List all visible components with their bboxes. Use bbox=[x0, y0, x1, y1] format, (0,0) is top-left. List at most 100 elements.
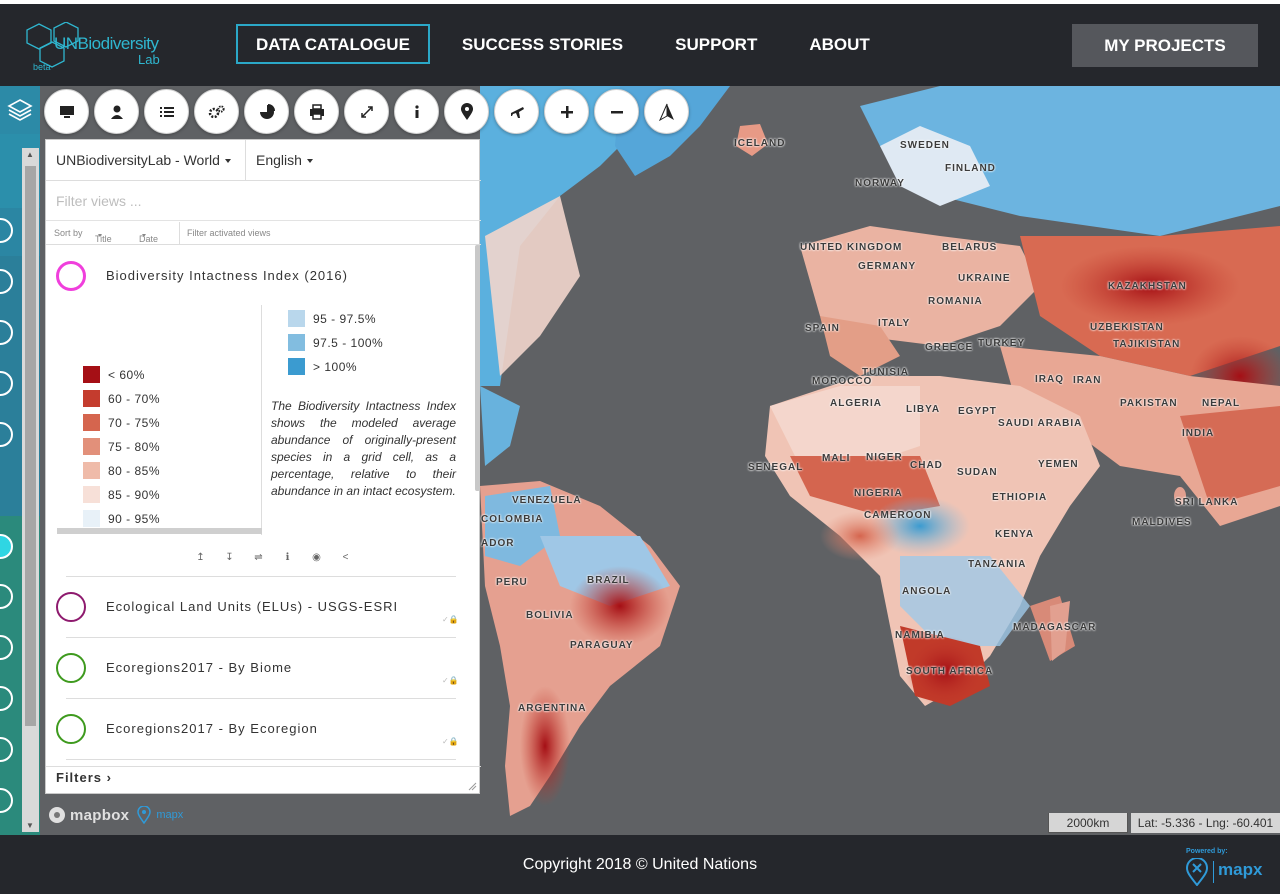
zoom-out-button[interactable] bbox=[594, 89, 639, 134]
move-up-icon[interactable]: ↥ bbox=[186, 552, 215, 563]
map-label: UKRAINE bbox=[958, 273, 1011, 284]
sidebar-scrollbar[interactable]: ▲ ▼ bbox=[22, 148, 39, 832]
language-dropdown[interactable]: English bbox=[256, 152, 313, 168]
fullscreen-button[interactable] bbox=[344, 89, 389, 134]
reset-north-button[interactable] bbox=[644, 89, 689, 134]
map-label: FINLAND bbox=[945, 163, 996, 174]
chart-button[interactable] bbox=[244, 89, 289, 134]
layer-title[interactable]: Ecological Land Units (ELUs) - USGS-ESRI bbox=[106, 599, 398, 614]
map-label: CAMEROON bbox=[864, 510, 932, 521]
layer-toggle-active[interactable] bbox=[56, 261, 86, 291]
cogs-icon bbox=[208, 104, 225, 118]
panel-scrollbar[interactable] bbox=[475, 245, 480, 491]
map-label: CHAD bbox=[910, 460, 943, 471]
scrollbar-thumb[interactable] bbox=[25, 166, 36, 726]
map-label: KAZAKHSTAN bbox=[1108, 281, 1187, 292]
mapbox-logo-icon[interactable] bbox=[48, 806, 66, 824]
legend-item: 75 - 80% bbox=[83, 438, 160, 455]
filters-toggle[interactable]: Filters › bbox=[56, 770, 112, 785]
adjust-icon[interactable]: ⇌ bbox=[244, 552, 273, 563]
nav-data-catalogue[interactable]: DATA CATALOGUE bbox=[236, 24, 430, 64]
move-down-icon[interactable]: ↧ bbox=[215, 552, 244, 563]
mapx-label[interactable]: mapx bbox=[156, 809, 183, 821]
zoom-in-button[interactable] bbox=[544, 89, 589, 134]
legend-swatch bbox=[288, 310, 305, 327]
layer-title[interactable]: Ecoregions2017 - By Ecoregion bbox=[106, 721, 318, 736]
sort-by-label: Sort by bbox=[54, 228, 83, 238]
map-label: KENYA bbox=[995, 529, 1035, 540]
caret-down-icon bbox=[306, 159, 313, 164]
map-label: ADOR bbox=[481, 538, 515, 549]
legend-swatch bbox=[288, 334, 305, 351]
logo-text-main: UNBiodiversity bbox=[54, 34, 159, 53]
scroll-up-arrow-icon[interactable]: ▲ bbox=[26, 150, 34, 159]
layer-toggle[interactable] bbox=[56, 653, 86, 683]
map-label: ARGENTINA bbox=[518, 703, 587, 714]
map-label: MADAGASCAR bbox=[1013, 622, 1097, 633]
logo-badge: beta bbox=[33, 62, 51, 72]
views-sidebar: ▲ ▼ bbox=[0, 86, 40, 835]
legend-label: 70 - 75% bbox=[108, 415, 161, 430]
legend-item: 95 - 97.5% bbox=[288, 310, 376, 327]
info-button[interactable] bbox=[394, 89, 439, 134]
map-label: BRAZIL bbox=[587, 575, 630, 586]
settings-button[interactable] bbox=[194, 89, 239, 134]
map-label: GREECE bbox=[925, 342, 974, 353]
map-label: YEMEN bbox=[1038, 459, 1079, 470]
check-lock-icon: ✓🔒 bbox=[442, 676, 459, 685]
filter-views-input[interactable]: Filter views ... bbox=[46, 181, 481, 221]
resize-grip-icon[interactable] bbox=[468, 782, 477, 791]
map-label: BOLIVIA bbox=[526, 610, 574, 621]
geolocate-button[interactable] bbox=[444, 89, 489, 134]
legend-item: 85 - 90% bbox=[83, 486, 160, 503]
workspace-label: UNBiodiversityLab - World bbox=[56, 152, 220, 168]
layer-description: The Biodiversity Intactness Index shows … bbox=[271, 399, 456, 498]
list-views-button[interactable] bbox=[144, 89, 189, 134]
mapbox-label[interactable]: mapbox bbox=[70, 807, 129, 824]
nav-support[interactable]: SUPPORT bbox=[655, 24, 777, 64]
camera-icon[interactable]: ◉ bbox=[302, 552, 331, 563]
powered-by-mapx[interactable]: Powered by: mapx bbox=[1186, 848, 1266, 888]
nav-success-stories[interactable]: SUCCESS STORIES bbox=[442, 24, 643, 64]
map-label: ROMANIA bbox=[928, 296, 983, 307]
unbiodiversitylab-logo[interactable]: UNBiodiversity Lab beta bbox=[24, 22, 164, 76]
filter-activated-views-toggle[interactable]: Filter activated views bbox=[187, 228, 271, 238]
mapx-pin-icon bbox=[137, 806, 152, 824]
map-label: UZBEKISTAN bbox=[1090, 322, 1164, 333]
filters-divider bbox=[46, 766, 481, 767]
cursor-coordinates: Lat: -5.336 - Lng: -60.401 bbox=[1131, 813, 1280, 833]
legend-scrollbar[interactable] bbox=[57, 528, 262, 534]
fly-to-button[interactable] bbox=[494, 89, 539, 134]
print-button[interactable] bbox=[294, 89, 339, 134]
layers-icon bbox=[7, 99, 33, 121]
layer-toggle[interactable] bbox=[56, 714, 86, 744]
legend-label: 60 - 70% bbox=[108, 391, 161, 406]
legend-swatch bbox=[288, 358, 305, 375]
nav-about[interactable]: ABOUT bbox=[789, 24, 889, 64]
desktop-view-button[interactable] bbox=[44, 89, 89, 134]
info-icon[interactable]: ℹ bbox=[273, 552, 302, 563]
caret-down-icon bbox=[224, 159, 231, 164]
map-label: SPAIN bbox=[805, 323, 840, 334]
map-label: SWEDEN bbox=[900, 140, 950, 151]
map-label: EGYPT bbox=[958, 406, 997, 417]
layer-title-active[interactable]: Biodiversity Intactness Index (2016) bbox=[106, 268, 348, 283]
map-label: GERMANY bbox=[858, 261, 917, 272]
scroll-down-arrow-icon[interactable]: ▼ bbox=[26, 821, 34, 830]
layer-title[interactable]: Ecoregions2017 - By Biome bbox=[106, 660, 292, 675]
layers-toggle-button[interactable] bbox=[0, 86, 40, 134]
logo-text-sub: Lab bbox=[138, 52, 160, 67]
legend-swatch bbox=[83, 414, 100, 431]
map-label: IRAN bbox=[1073, 375, 1102, 386]
powered-by-label: Powered by: bbox=[1186, 848, 1228, 855]
map-label: NEPAL bbox=[1202, 398, 1241, 409]
my-projects-button[interactable]: MY PROJECTS bbox=[1072, 24, 1258, 67]
legend-item: 70 - 75% bbox=[83, 414, 160, 431]
layer-divider bbox=[66, 576, 456, 577]
layer-toggle[interactable] bbox=[56, 592, 86, 622]
map-label: COLOMBIA bbox=[481, 514, 544, 525]
share-icon[interactable]: < bbox=[331, 552, 360, 563]
workspace-dropdown[interactable]: UNBiodiversityLab - World bbox=[56, 152, 231, 168]
legend-label: 95 - 97.5% bbox=[313, 311, 377, 326]
user-button[interactable] bbox=[94, 89, 139, 134]
